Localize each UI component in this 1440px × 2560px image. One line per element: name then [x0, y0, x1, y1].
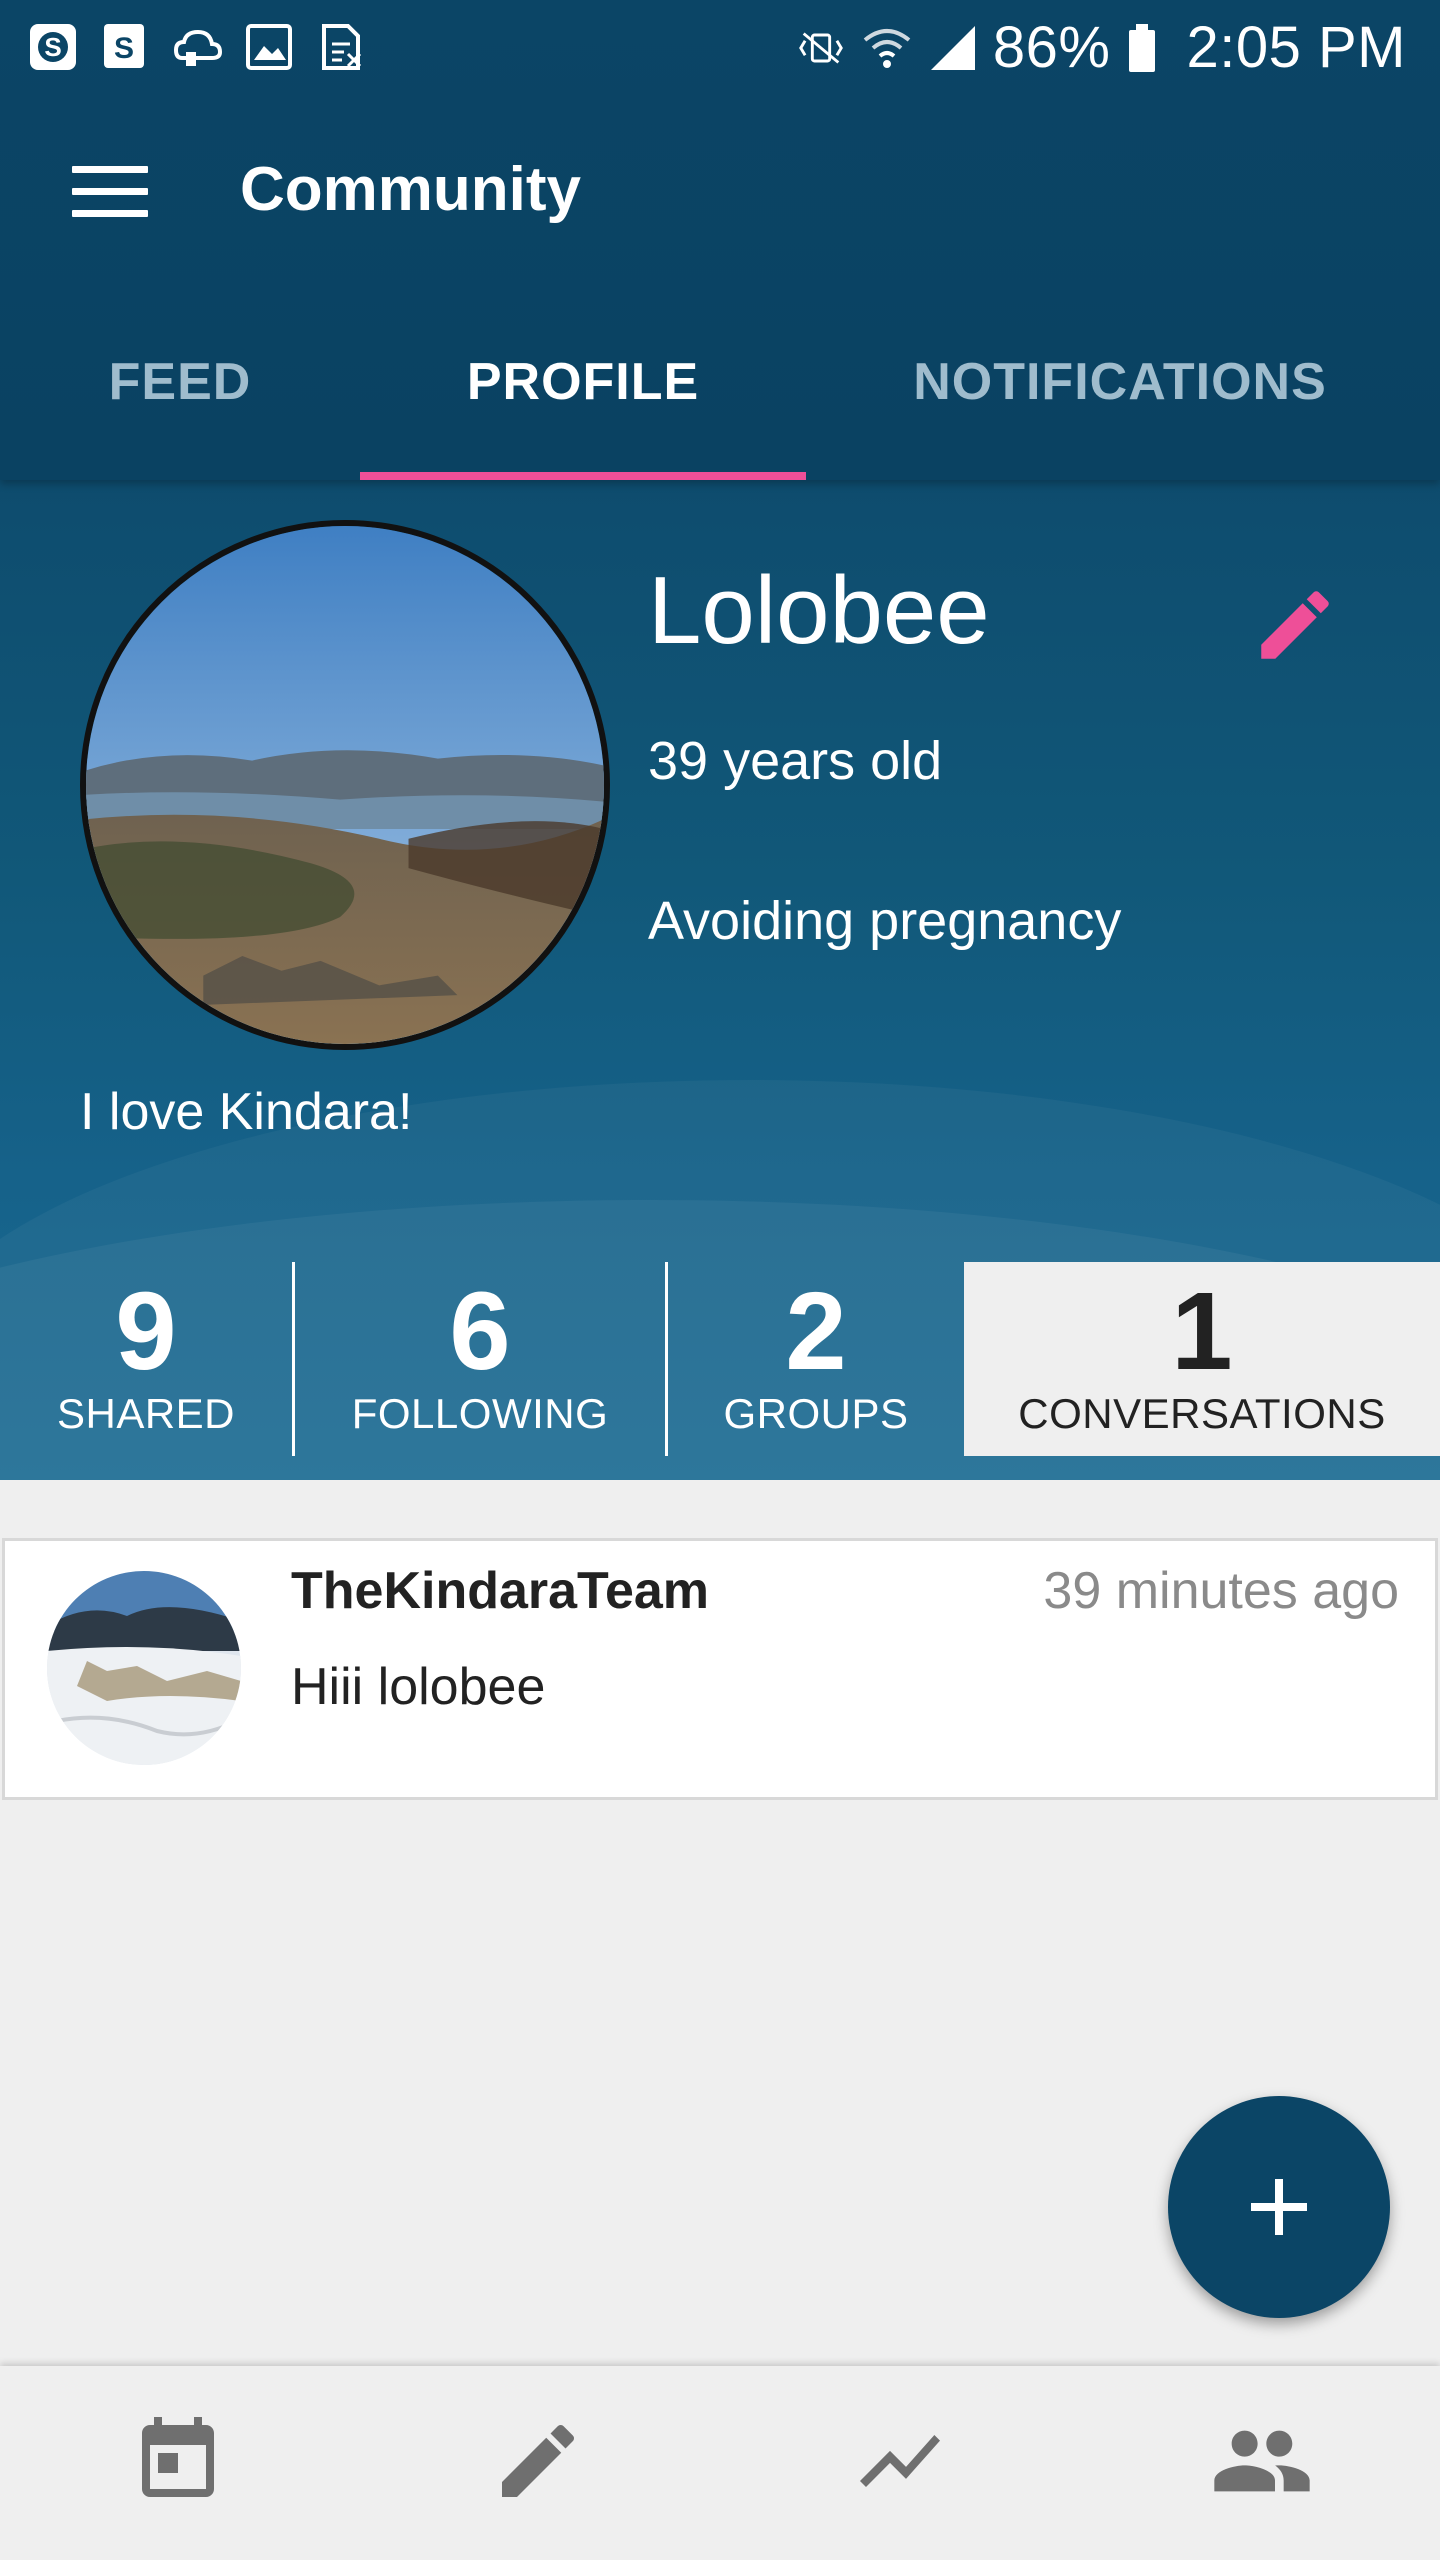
header: S S 86% 2:05 PM Community FEED PROFILE N… [0, 0, 1440, 480]
nav-community[interactable] [1202, 2406, 1322, 2516]
battery-percentage: 86% [992, 15, 1111, 80]
skype-icon: S [28, 22, 78, 72]
app-bar: Community [0, 96, 1440, 296]
stat-shared-label: SHARED [56, 1390, 236, 1437]
list-item[interactable]: TheKindaraTeam 39 minutes ago Hiii lolob… [2, 1538, 1438, 1800]
stat-groups-count: 2 [785, 1270, 847, 1393]
vibrate-mute-icon [795, 22, 847, 74]
notification-icons: S S [28, 22, 366, 72]
battery-icon [1125, 22, 1159, 74]
tab-bar: FEED PROFILE NOTIFICATIONS [0, 312, 1440, 480]
stat-following-label: FOLLOWING [351, 1390, 609, 1437]
stat-groups[interactable]: 2 GROUPS [668, 1262, 964, 1456]
people-icon [1214, 2430, 1310, 2492]
cloud-icon [172, 22, 222, 72]
stat-conversations-count: 1 [1171, 1270, 1233, 1393]
profile-age: 39 years old [648, 731, 943, 791]
chart-line-icon [860, 2435, 940, 2487]
tab-notifications[interactable]: NOTIFICATIONS [880, 352, 1360, 412]
svg-text:S: S [114, 32, 134, 65]
profile-stats: 9 SHARED 6 FOLLOWING 2 GROUPS 1 CONVERSA… [0, 1262, 1440, 1456]
nav-log[interactable] [478, 2406, 598, 2516]
page-title: Community [240, 155, 581, 224]
calendar-icon [142, 2417, 214, 2497]
active-tab-indicator [360, 472, 806, 480]
profile-bio: I love Kindara! [80, 1083, 413, 1141]
conversation-timestamp: 39 minutes ago [1043, 1562, 1399, 1620]
svg-text:S: S [44, 32, 61, 62]
bottom-navigation [0, 2366, 1440, 2560]
tab-profile[interactable]: PROFILE [360, 352, 806, 412]
tab-feed[interactable]: FEED [70, 352, 290, 412]
stat-shared-count: 9 [115, 1270, 177, 1393]
wifi-icon [861, 22, 913, 74]
image-icon [244, 22, 294, 72]
nav-charts[interactable] [840, 2406, 960, 2516]
stat-groups-label: GROUPS [723, 1390, 909, 1437]
profile-avatar[interactable] [80, 520, 610, 1050]
conversation-preview: Hiii lolobee [291, 1658, 546, 1716]
edit-profile-button[interactable] [1250, 580, 1340, 670]
nav-calendar[interactable] [118, 2406, 238, 2516]
stat-following-count: 6 [449, 1270, 511, 1393]
stat-following[interactable]: 6 FOLLOWING [295, 1262, 665, 1456]
stat-shared[interactable]: 9 SHARED [0, 1262, 292, 1456]
profile-goal: Avoiding pregnancy [648, 891, 1122, 951]
signal-icon [927, 22, 979, 74]
plus-icon [1251, 2179, 1307, 2235]
stat-conversations-label: CONVERSATIONS [1018, 1390, 1386, 1437]
sim-icon [316, 22, 366, 72]
status-bar: S S 86% 2:05 PM [0, 0, 1440, 96]
pencil-icon [502, 2424, 575, 2497]
clock: 2:05 PM [1186, 15, 1406, 80]
new-conversation-button[interactable] [1168, 2096, 1390, 2318]
stat-conversations[interactable]: 1 CONVERSATIONS [964, 1262, 1440, 1456]
avatar [47, 1571, 241, 1765]
conversation-sender: TheKindaraTeam [291, 1562, 710, 1620]
profile-username: Lolobee [648, 557, 990, 664]
system-icons: 86% 2:05 PM [795, 14, 1406, 81]
skype-business-icon: S [100, 22, 150, 72]
hamburger-menu-icon[interactable] [72, 166, 152, 226]
pencil-icon [1261, 591, 1329, 659]
